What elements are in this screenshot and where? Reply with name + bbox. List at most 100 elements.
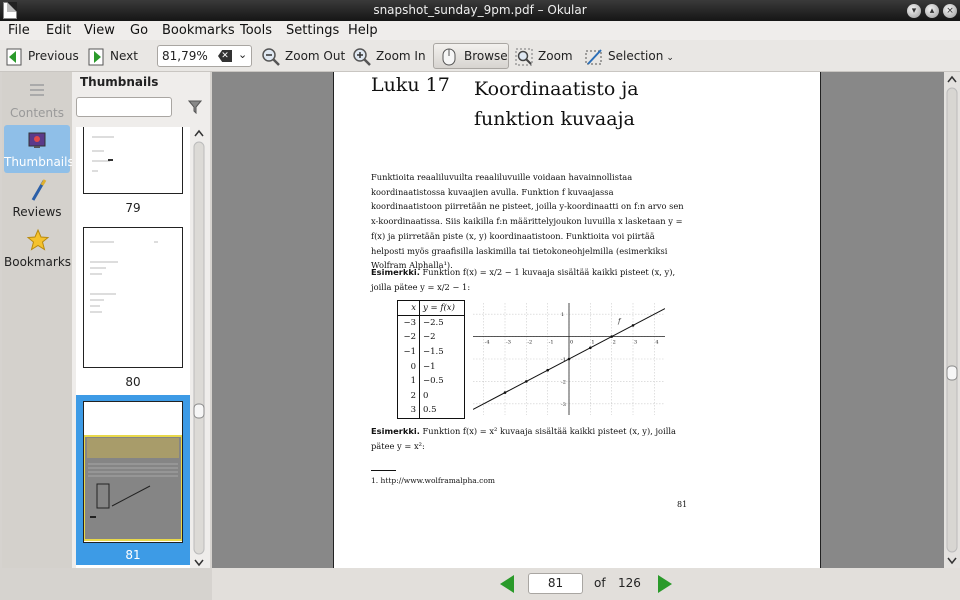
sidebar-item-reviews[interactable]: Reviews <box>4 175 70 223</box>
thumbnail-page-number: 80 <box>125 375 141 389</box>
data-point <box>546 368 549 372</box>
table-header-row: xy = f(x) <box>397 300 465 316</box>
previous-page-icon <box>6 48 22 65</box>
table-cell: −1 <box>397 344 420 360</box>
table-cell: 1 <box>397 373 420 389</box>
browse-tool-button[interactable]: Browse <box>433 43 509 69</box>
table-cell: −1 <box>423 361 436 372</box>
x-tick-label: 4 <box>655 340 658 346</box>
previous-page-arrow-icon[interactable] <box>500 575 514 593</box>
maximize-icon[interactable]: ▴ <box>925 4 939 18</box>
thumbnail-content-preview <box>90 241 158 313</box>
example-label: Esimerkki. <box>371 267 420 277</box>
menu-settings[interactable]: Settings <box>286 23 339 38</box>
sidebar-item-label: Contents <box>10 106 64 120</box>
minimize-icon[interactable]: ▾ <box>907 4 921 18</box>
curve-label: f <box>617 318 622 325</box>
sidebar-item-bookmarks[interactable]: Bookmarks <box>4 225 72 273</box>
x-tick-label: 2 <box>613 340 616 346</box>
thumbnail-page-81[interactable]: 81 <box>76 395 190 565</box>
selection-dropdown-icon[interactable]: ⌄ <box>666 53 674 63</box>
page-navigation-bar: 81 of 126 <box>212 568 960 600</box>
next-button[interactable]: Next <box>86 44 138 68</box>
close-icon[interactable]: × <box>943 4 957 18</box>
previous-label: Previous <box>28 49 79 63</box>
thumbnail-search-input[interactable] <box>76 97 172 117</box>
zoom-in-label: Zoom In <box>376 49 426 63</box>
y-tick-label: 1 <box>561 312 564 318</box>
menu-bar: File Edit View Go Bookmarks Tools Settin… <box>0 21 960 40</box>
thumbnail-page-80[interactable]: 80 <box>76 221 190 395</box>
menu-bookmarks[interactable]: Bookmarks <box>162 23 235 38</box>
thumbnail-page-79[interactable]: 79 <box>76 127 190 219</box>
sidebar-tabs: Contents Thumbnails Reviews Bookmarks <box>2 72 74 568</box>
data-point <box>610 335 613 338</box>
x-tick-label: -1 <box>549 340 554 346</box>
selection-tool-button[interactable]: Selection ⌄ <box>584 44 674 68</box>
thumbnail-image <box>83 401 183 543</box>
bookmarks-star-icon <box>26 228 50 251</box>
page-number: 81 <box>677 500 688 509</box>
example-1: Esimerkki. Funktion f(x) = x/2 − 1 kuvaa… <box>371 265 687 295</box>
zoom-out-label: Zoom Out <box>285 49 346 63</box>
menu-file[interactable]: File <box>8 23 30 38</box>
filter-icon[interactable] <box>188 100 202 114</box>
sidebar-item-label: Bookmarks <box>4 255 72 269</box>
thumbnails-icon <box>28 132 46 148</box>
window-title: snapshot_sunday_9pm.pdf – Okular <box>373 3 587 17</box>
thumbnail-list: 79 80 81 <box>76 127 190 568</box>
table-row: 3 0.5 <box>397 403 465 418</box>
zoom-tool-icon <box>515 48 533 65</box>
table-cell: 0.5 <box>423 405 437 416</box>
table-cell: 0 <box>397 359 420 374</box>
zoom-dropdown-icon[interactable]: ⌄ <box>238 48 247 61</box>
menu-view[interactable]: View <box>84 23 115 38</box>
total-pages: 126 <box>618 576 641 590</box>
zoom-in-button[interactable]: Zoom In <box>352 44 426 68</box>
x-tick-label: -3 <box>506 340 511 346</box>
table-header: x <box>397 300 420 316</box>
zoom-tool-button[interactable]: Zoom <box>514 44 573 68</box>
sidebar-item-label: Thumbnails <box>4 155 74 169</box>
footnote-divider <box>371 470 396 471</box>
zoom-out-icon <box>262 47 280 66</box>
title-bar: snapshot_sunday_9pm.pdf – Okular ▾ ▴ × <box>0 0 960 21</box>
menu-edit[interactable]: Edit <box>46 23 71 38</box>
function-plot: -4 -3 -2 -1 0 1 2 3 41-1-2-3f <box>473 303 665 415</box>
sidebar-item-contents[interactable]: Contents <box>4 76 70 124</box>
table-row: −2 −2 <box>397 329 465 345</box>
data-point <box>589 346 592 350</box>
sidebar-item-thumbnails[interactable]: Thumbnails <box>4 125 74 173</box>
thumbnail-image <box>83 127 183 194</box>
data-point <box>631 324 635 327</box>
thumbnail-scrollbar[interactable] <box>192 128 206 568</box>
zoom-out-button[interactable]: Zoom Out <box>261 44 345 68</box>
menu-go[interactable]: Go <box>130 23 148 38</box>
x-tick-label: -4 <box>485 340 490 346</box>
zoom-combobox[interactable]: 81,79% ✕ ⌄ <box>157 45 252 67</box>
next-label: Next <box>110 49 138 63</box>
next-page-icon <box>88 48 104 65</box>
x-tick-label: 0 <box>570 340 573 346</box>
y-tick-label: -2 <box>561 379 566 385</box>
thumbnail-content-preview <box>92 136 114 172</box>
next-page-arrow-icon[interactable] <box>658 575 672 593</box>
table-row: 1 −0.5 <box>397 373 465 389</box>
zoom-input[interactable]: 81,79% <box>162 49 208 63</box>
table-cell: −0.5 <box>423 376 444 387</box>
menu-tools[interactable]: Tools <box>240 23 272 38</box>
sidebar-item-label: Reviews <box>12 205 62 219</box>
data-point <box>567 357 571 361</box>
table-cell: −2 <box>423 332 436 343</box>
okular-app-icon[interactable] <box>3 2 17 19</box>
chapter-number: Luku 17 <box>371 74 450 96</box>
footnote: 1. http://www.wolframalpha.com <box>371 476 495 485</box>
table-cell: 0 <box>423 390 429 401</box>
current-page-input[interactable]: 81 <box>528 573 583 594</box>
document-view[interactable]: Luku 17 Koordinaatisto ja funktion kuvaa… <box>212 72 944 568</box>
x-tick-label: -2 <box>527 340 532 346</box>
previous-button[interactable]: Previous <box>4 44 79 68</box>
clear-zoom-icon[interactable]: ✕ <box>218 50 232 62</box>
document-scrollbar[interactable] <box>944 72 960 568</box>
menu-help[interactable]: Help <box>348 23 378 38</box>
